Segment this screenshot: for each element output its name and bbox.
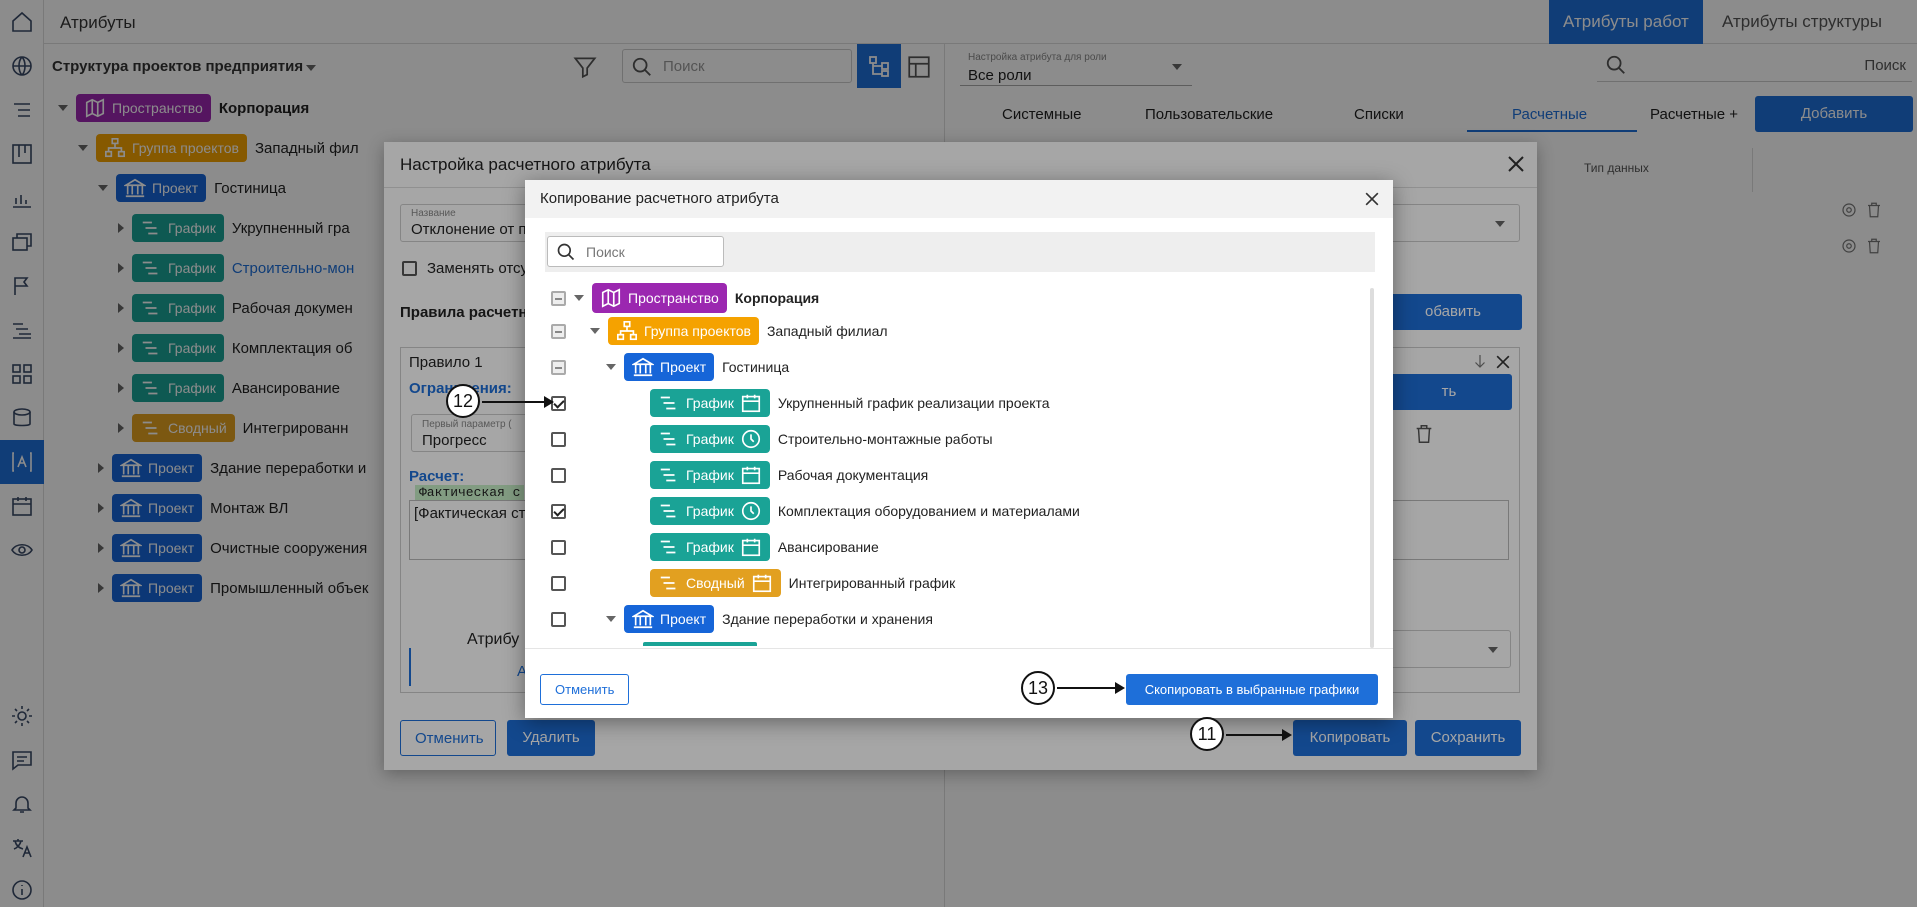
- copy-tree-row[interactable]: График Рабочая документация: [551, 461, 928, 489]
- copy-tree-row[interactable]: Проект Здание переработки и хранения: [551, 605, 933, 633]
- callout-11: 11: [1190, 717, 1224, 751]
- dialog-title: Копирование расчетного атрибута: [540, 190, 779, 207]
- row-checkbox[interactable]: [551, 467, 566, 483]
- callout-arrow: [482, 396, 554, 408]
- copy-tree-row[interactable]: Сводный Интегрированный график: [551, 569, 955, 597]
- row-checkbox[interactable]: [551, 539, 566, 555]
- row-checkbox[interactable]: [551, 290, 566, 306]
- row-checkbox[interactable]: [551, 323, 566, 339]
- copy-to-selected-button[interactable]: Скопировать в выбранные графики: [1126, 674, 1378, 705]
- row-checkbox[interactable]: [551, 503, 566, 519]
- copy-tree-row[interactable]: Проект Гостиница: [551, 353, 789, 381]
- copy-tree-row[interactable]: График Авансирование: [551, 533, 879, 561]
- row-checkbox[interactable]: [551, 359, 566, 375]
- cancel-copy-button[interactable]: Отменить: [540, 674, 629, 705]
- callout-13: 13: [1021, 671, 1055, 705]
- copy-search-input[interactable]: Поиск: [547, 236, 724, 267]
- search-icon: [557, 243, 575, 261]
- copy-tree-row[interactable]: График Строительно-монтажные работы: [551, 425, 993, 453]
- row-checkbox[interactable]: [551, 431, 566, 447]
- copy-tree-row[interactable]: График Комплектация оборудованием и мате…: [551, 497, 1080, 525]
- copy-attribute-dialog: Копирование расчетного атрибута Поиск Пр…: [525, 180, 1393, 718]
- callout-arrow: [1057, 682, 1125, 694]
- row-checkbox[interactable]: [551, 575, 566, 591]
- close-icon[interactable]: [1362, 189, 1382, 209]
- callout-arrow: [1226, 729, 1292, 741]
- callout-12: 12: [446, 384, 480, 418]
- scrollbar[interactable]: [1370, 288, 1374, 648]
- copy-tree-row[interactable]: Группа проектов Западный филиал: [551, 317, 888, 345]
- row-checkbox[interactable]: [551, 611, 566, 627]
- copy-tree-row[interactable]: Пространство Корпорация: [551, 283, 819, 313]
- copy-tree-row[interactable]: График Укрупненный график реализации про…: [551, 389, 1050, 417]
